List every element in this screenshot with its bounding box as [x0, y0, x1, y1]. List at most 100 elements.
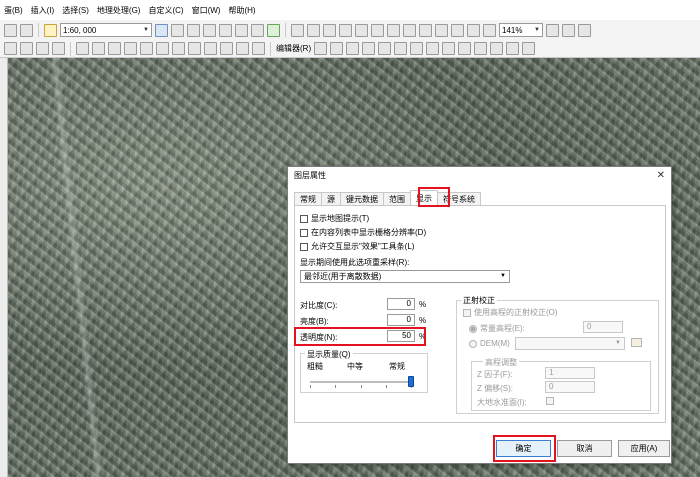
add-data-icon[interactable] [44, 23, 57, 37]
hyperlink-icon[interactable] [419, 23, 432, 37]
map-scale-combo[interactable]: 1:60, 000 ▼ [60, 23, 152, 37]
previous-extent-icon[interactable] [76, 42, 89, 55]
redo-icon[interactable] [20, 23, 33, 37]
toggle-draft-icon[interactable] [546, 23, 559, 37]
tab-display[interactable]: 显示 [410, 190, 438, 205]
edit-tool-icon[interactable] [314, 42, 328, 55]
show-resolution-checkbox[interactable] [300, 228, 308, 237]
menu-item-insert[interactable]: 插入(I) [27, 5, 59, 16]
dem-select[interactable]: ▼ [515, 337, 625, 350]
table-of-contents-icon[interactable] [171, 23, 184, 37]
menu-item-geoprocessing[interactable]: 地理处理(G) [93, 5, 145, 16]
find-icon[interactable] [387, 23, 400, 37]
next-extent-icon[interactable] [92, 42, 105, 55]
menu-item-customize[interactable]: 自定义(C) [144, 5, 187, 16]
table-of-contents-strip[interactable] [0, 58, 8, 477]
search-window-icon[interactable] [203, 23, 216, 37]
model-builder-icon[interactable] [251, 23, 264, 37]
ok-button[interactable]: 确定 [496, 440, 551, 457]
cancel-button[interactable]: 取消 [557, 440, 612, 457]
attributes-icon[interactable] [490, 42, 504, 55]
use-elevation-checkbox[interactable] [463, 308, 471, 317]
resample-select[interactable]: 最邻近(用于离散数据) ▼ [300, 270, 510, 283]
go-to-xy-icon[interactable] [204, 42, 217, 55]
menu-item-selection[interactable]: 选择(S) [58, 5, 93, 16]
zoom-out-icon[interactable] [323, 23, 336, 37]
tab-extent[interactable]: 范围 [383, 192, 411, 205]
menu-item-view[interactable]: 蛋(B) [0, 5, 27, 16]
quality-slider-thumb[interactable] [408, 376, 414, 387]
folder-icon[interactable] [631, 338, 642, 347]
show-map-tips-checkbox[interactable] [300, 214, 308, 223]
apply-button[interactable]: 应用(A) [618, 440, 670, 457]
go-forward-icon[interactable] [52, 42, 65, 55]
constant-elevation-radio[interactable] [469, 324, 477, 333]
python-window-icon[interactable] [235, 23, 248, 37]
dem-option[interactable]: DEM(M) [469, 339, 510, 348]
draw-tool-icon[interactable] [291, 23, 304, 37]
info-icon[interactable] [20, 42, 33, 55]
measure-icon[interactable] [403, 23, 416, 37]
geoid-checkbox[interactable] [546, 397, 554, 405]
focus-data-frame-icon[interactable] [562, 23, 575, 37]
allow-effects-toolbar-option[interactable]: 允许交互显示"效果"工具条(L) [300, 241, 414, 252]
edit-vertices-icon[interactable] [410, 42, 424, 55]
z-offset-input[interactable]: 0 [545, 381, 595, 393]
tab-key-metadata[interactable]: 键元数据 [340, 192, 384, 205]
select-features-icon[interactable] [108, 42, 121, 55]
reshape-icon[interactable] [426, 42, 440, 55]
undo-icon[interactable] [4, 23, 17, 37]
go-back-icon[interactable] [36, 42, 49, 55]
allow-effects-toolbar-checkbox[interactable] [300, 242, 308, 251]
route-icon[interactable] [188, 42, 201, 55]
trace-icon[interactable] [378, 42, 392, 55]
select-elements-icon[interactable] [4, 42, 17, 55]
close-icon[interactable]: ✕ [657, 170, 665, 181]
edit-annotation-icon[interactable] [330, 42, 344, 55]
sketch-properties-icon[interactable] [506, 42, 520, 55]
binoculars-icon[interactable] [172, 42, 185, 55]
point-icon[interactable] [394, 42, 408, 55]
quality-slider-track[interactable] [310, 381, 412, 383]
show-resolution-option[interactable]: 在内容列表中显示栅格分辨率(D) [300, 227, 426, 238]
window-icon[interactable] [252, 42, 265, 55]
menu-item-windows[interactable]: 窗口(W) [188, 5, 225, 16]
split-icon[interactable] [458, 42, 472, 55]
create-features-icon[interactable] [522, 42, 536, 55]
zoom-in-icon[interactable] [307, 23, 320, 37]
show-map-tips-option[interactable]: 显示地图提示(T) [300, 213, 369, 224]
identify-icon[interactable] [156, 42, 169, 55]
clear-selection-icon[interactable] [124, 42, 137, 55]
cut-polygons-icon[interactable] [442, 42, 456, 55]
tab-source[interactable]: 源 [321, 192, 341, 205]
lightning-icon[interactable] [236, 42, 249, 55]
full-extent-icon[interactable] [355, 23, 368, 37]
time-slider-icon[interactable] [451, 23, 464, 37]
tab-general[interactable]: 常规 [294, 192, 322, 205]
pan-icon[interactable] [339, 23, 352, 37]
menu-item-help[interactable]: 帮助(H) [224, 5, 259, 16]
rotate-icon[interactable] [474, 42, 488, 55]
straight-segment-icon[interactable] [346, 42, 360, 55]
tab-symbology[interactable]: 符号系统 [437, 192, 481, 205]
arctoolbox-icon[interactable] [219, 23, 232, 37]
contrast-input[interactable]: 0 [387, 298, 415, 310]
dialog-titlebar[interactable]: 图层属性 ✕ [288, 167, 671, 184]
z-factor-input[interactable]: 1 [545, 367, 595, 379]
layout-pan-icon[interactable] [483, 23, 496, 37]
brightness-input[interactable]: 0 [387, 314, 415, 326]
editor-toolbar-icon[interactable] [155, 23, 168, 37]
constant-elevation-option[interactable]: 常量高程(E): [469, 323, 525, 334]
measure-icon[interactable] [220, 42, 233, 55]
layout-zoom-combo[interactable]: 141% ▼ [499, 23, 543, 37]
dem-radio[interactable] [469, 339, 477, 348]
end-point-arc-icon[interactable] [362, 42, 376, 55]
editor-menu-label[interactable]: 编辑器(R) [276, 43, 311, 54]
select-elements-icon[interactable] [140, 42, 153, 55]
catalog-icon[interactable] [187, 23, 200, 37]
use-elevation-option[interactable]: 使用高程的正射校正(O) [463, 307, 558, 318]
identify-icon[interactable] [371, 23, 384, 37]
constant-elevation-input[interactable]: 0 [583, 321, 623, 333]
transparency-input[interactable]: 50 [387, 330, 415, 342]
change-layout-icon[interactable] [578, 23, 591, 37]
